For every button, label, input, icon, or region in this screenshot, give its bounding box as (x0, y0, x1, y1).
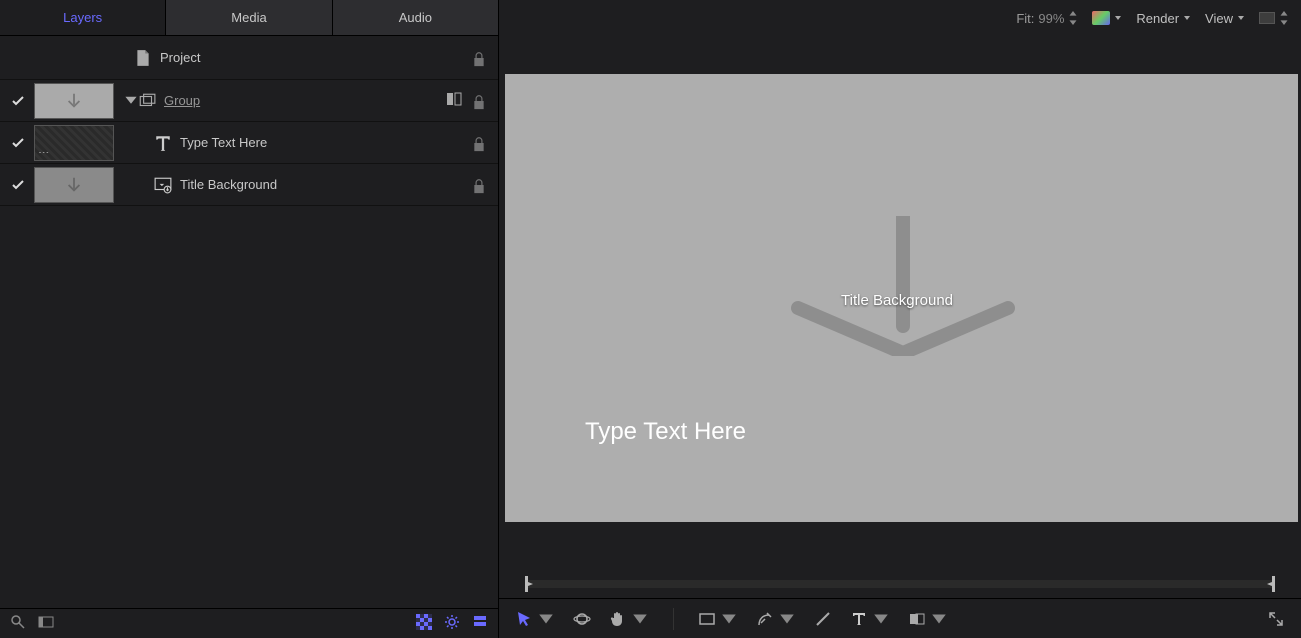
pen-tool[interactable] (756, 610, 796, 628)
panel-icon[interactable] (38, 614, 54, 633)
lock-icon[interactable] (472, 94, 486, 108)
brush-tool[interactable] (814, 610, 832, 628)
group-icon (138, 92, 156, 110)
tab-audio[interactable]: Audio (333, 0, 498, 35)
group-checkbox[interactable] (8, 96, 28, 106)
chevron-down-icon (1237, 14, 1245, 22)
mask-tool[interactable] (908, 610, 948, 628)
chevron-down-icon (631, 610, 649, 628)
chevron-down-icon (930, 610, 948, 628)
color-channel-button[interactable] (1092, 11, 1122, 25)
text-tool[interactable] (850, 610, 890, 628)
view-menu[interactable]: View (1205, 11, 1245, 26)
out-marker-icon[interactable] (1267, 576, 1277, 592)
stack-icon[interactable] (472, 614, 488, 633)
project-row[interactable]: Project (0, 36, 498, 80)
separator (673, 608, 674, 630)
fit-label: Fit: (1016, 11, 1034, 26)
canvas-title-bg-label: Title Background (841, 292, 953, 309)
lock-icon[interactable] (472, 136, 486, 150)
render-label: Render (1136, 11, 1179, 26)
rectangle-tool[interactable] (698, 610, 738, 628)
group-row[interactable]: Group (0, 80, 498, 122)
fit-control[interactable]: Fit: 99% (1016, 11, 1078, 26)
text-layer-thumbnail[interactable]: - - - (34, 125, 114, 161)
pointer-tool[interactable] (515, 610, 555, 628)
lock-icon[interactable] (472, 178, 486, 192)
group-label: Group (164, 93, 446, 108)
group-thumbnail[interactable] (34, 83, 114, 119)
layout-menu[interactable] (1259, 11, 1289, 25)
view-label: View (1205, 11, 1233, 26)
chevron-down-icon (537, 610, 555, 628)
render-menu[interactable]: Render (1136, 11, 1191, 26)
mini-timeline[interactable] (499, 572, 1301, 598)
chevron-down-icon (778, 610, 796, 628)
gear-icon[interactable] (444, 614, 460, 633)
checker-icon[interactable] (416, 614, 432, 633)
placeholder-icon (154, 176, 172, 194)
mini-timeline-bar (527, 580, 1273, 588)
color-wheel-icon (1092, 11, 1110, 25)
stepper-icon (1279, 11, 1289, 25)
title-bg-thumbnail[interactable] (34, 167, 114, 203)
layout-icon (1259, 12, 1275, 24)
project-label: Project (160, 50, 472, 65)
orbit-tool[interactable] (573, 610, 591, 628)
canvas-viewer[interactable]: Title Background Type Text Here (505, 74, 1298, 522)
text-icon (154, 134, 172, 152)
chevron-down-icon (1114, 14, 1122, 22)
chevron-down-icon (720, 610, 738, 628)
document-icon (134, 49, 152, 67)
title-background-row[interactable]: Title Background (0, 164, 498, 206)
in-marker-icon[interactable] (523, 576, 533, 592)
fit-percent: 99% (1038, 11, 1064, 26)
tab-media[interactable]: Media (166, 0, 332, 35)
mask-icon[interactable] (446, 92, 462, 109)
text-layer-label: Type Text Here (180, 135, 472, 150)
disclosure-triangle-icon[interactable] (124, 94, 138, 108)
title-bg-checkbox[interactable] (8, 180, 28, 190)
chevron-down-icon (872, 610, 890, 628)
tab-layers[interactable]: Layers (0, 0, 166, 35)
canvas-type-text[interactable]: Type Text Here (585, 418, 746, 446)
drop-arrow-icon (788, 216, 1018, 356)
expand-icon[interactable] (1267, 610, 1285, 628)
hand-tool[interactable] (609, 610, 649, 628)
stepper-icon (1068, 11, 1078, 25)
title-bg-label: Title Background (180, 177, 472, 192)
text-layer-checkbox[interactable] (8, 138, 28, 148)
lock-icon[interactable] (472, 51, 486, 65)
search-icon[interactable] (10, 614, 26, 633)
chevron-down-icon (1183, 14, 1191, 22)
text-layer-row[interactable]: - - - Type Text Here (0, 122, 498, 164)
